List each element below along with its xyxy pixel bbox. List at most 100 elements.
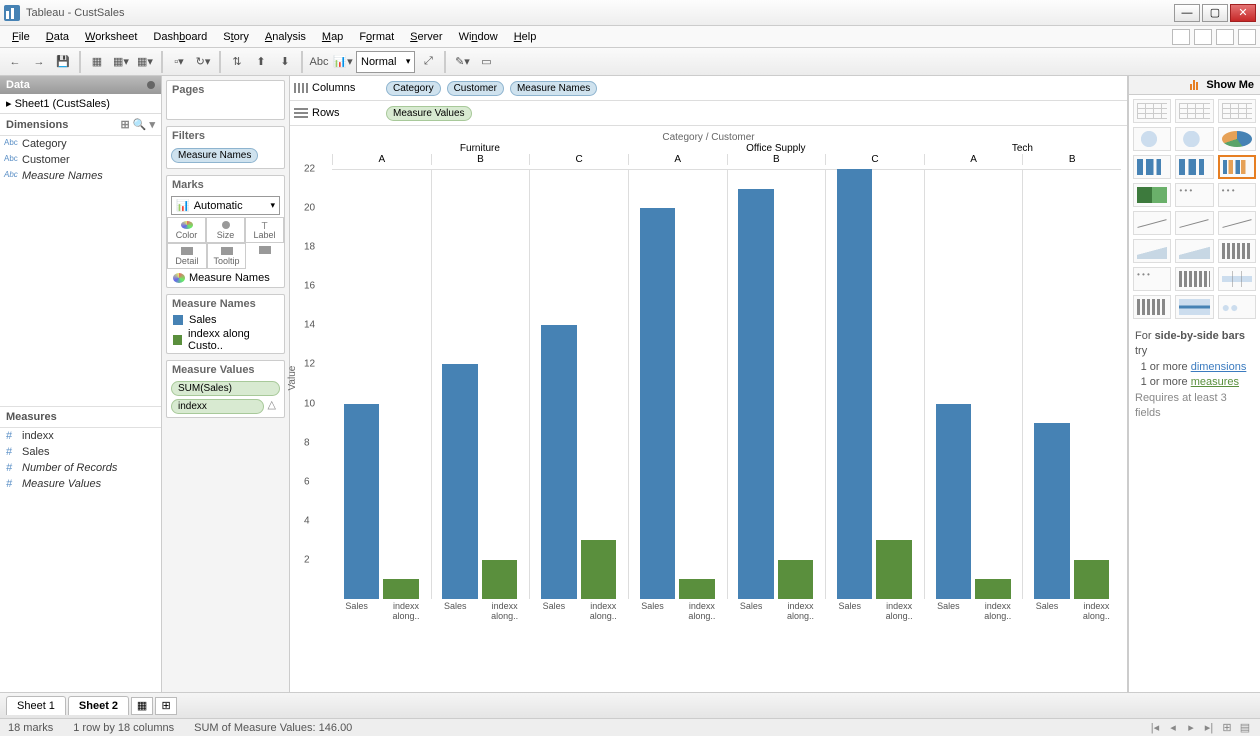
swap-button[interactable]: ⇅ [226,51,248,73]
menu-analysis[interactable]: Analysis [257,31,314,43]
bar[interactable] [1074,560,1110,599]
aggregate-button[interactable]: 📊▾ [332,51,354,73]
maximize-button[interactable]: ▢ [1202,4,1228,22]
menu-help[interactable]: Help [506,31,545,43]
showme-histogram[interactable] [1175,267,1213,291]
show-me-header[interactable]: Show Me [1129,76,1260,95]
menu-dashboard[interactable]: Dashboard [145,31,215,43]
cards-icon[interactable] [1194,29,1212,45]
run-button[interactable]: ▦▾ [134,51,156,73]
dimension-measure-names[interactable]: Measure Names [0,168,161,184]
nav-next[interactable]: ▸ [1184,721,1198,734]
nav-last[interactable]: ▸| [1202,721,1216,734]
menu-story[interactable]: Story [215,31,257,43]
row-pill-measure-values[interactable]: Measure Values [386,106,472,121]
showme-gantt[interactable] [1133,295,1171,319]
view-tabs[interactable]: ⊞ [1220,721,1234,734]
marks-type-select[interactable]: 📊 Automatic [171,196,280,215]
showme-line-disc[interactable] [1175,211,1213,235]
upgrade-icon[interactable] [1216,29,1234,45]
mv-pill-indexx[interactable]: indexx [171,399,264,414]
pages-shelf[interactable]: Pages [166,80,285,120]
showme-bullet[interactable] [1175,295,1213,319]
forward-button[interactable]: → [28,51,50,73]
sort-desc-button[interactable]: ⬇ [274,51,296,73]
bar[interactable] [837,169,873,599]
showme-filled-map[interactable] [1175,127,1213,151]
showme-side-by-side-bar[interactable] [1218,155,1256,179]
menu-window[interactable]: Window [451,31,506,43]
presentation-button[interactable]: ▭ [475,51,497,73]
menu-file[interactable]: File [4,31,38,43]
fit-select[interactable]: Normal [356,51,415,73]
measure-number-of-records[interactable]: Number of Records [0,460,161,476]
menu-format[interactable]: Format [351,31,402,43]
showme-hbar[interactable] [1133,155,1171,179]
mv-pill-sum[interactable]: SUM(Sales) [171,381,280,396]
save-button[interactable]: 💾 [52,51,74,73]
fix-axis-button[interactable]: ⤢ [417,51,439,73]
new-dashboard-button[interactable]: ⊞ [155,697,177,715]
dimension-category[interactable]: Category [0,136,161,152]
datasource-button[interactable]: ▦ [86,51,108,73]
showme-dual-combo[interactable] [1218,239,1256,263]
duplicate-button[interactable]: ↻▾ [192,51,214,73]
nav-prev[interactable]: ◂ [1166,721,1180,734]
bar[interactable] [482,560,518,599]
showme-area-cont[interactable] [1133,239,1171,263]
legend-sales[interactable]: Sales [167,313,284,327]
rows-shelf[interactable]: Rows Measure Values [290,101,1127,126]
close-button[interactable]: ✕ [1230,4,1256,22]
showme-box-plot[interactable] [1218,267,1256,291]
showme-pie[interactable] [1218,127,1256,151]
highlight-button[interactable]: ✎▾ [451,51,473,73]
datasource-item[interactable]: Sheet1 (CustSales) [0,94,161,114]
tab-sheet1[interactable]: Sheet 1 [6,696,66,715]
bar[interactable] [936,404,972,599]
pause-button[interactable]: ▦▾ [110,51,132,73]
bar[interactable] [679,579,715,599]
showme-dual-line[interactable] [1218,211,1256,235]
marks-detail-button[interactable]: Detail [167,243,207,269]
legend-indexx[interactable]: indexx along Custo.. [167,327,284,353]
presentation-icon[interactable] [1172,29,1190,45]
nav-first[interactable]: |◂ [1148,721,1162,734]
filter-pill[interactable]: Measure Names [171,148,258,163]
marks-color-pill[interactable]: Measure Names [167,269,284,287]
search-icon[interactable]: ⊞ [121,118,130,131]
bar[interactable] [975,579,1011,599]
back-button[interactable]: ← [4,51,26,73]
new-worksheet-button[interactable]: ▦ [131,697,153,715]
measure-indexx[interactable]: indexx [0,428,161,444]
find-icon[interactable]: 🔍 [133,118,147,131]
showme-heat-map[interactable] [1175,99,1213,123]
showme-packed-bubbles[interactable] [1218,295,1256,319]
showme-circle-views[interactable] [1175,183,1213,207]
menu-icon[interactable]: ▾ [149,118,155,131]
bar[interactable] [640,208,676,599]
showme-side-circle[interactable] [1218,183,1256,207]
measure-sales[interactable]: Sales [0,444,161,460]
marks-size-button[interactable]: Size [206,217,245,243]
showme-treemap[interactable] [1133,183,1171,207]
bar[interactable] [581,540,617,599]
tab-sheet2[interactable]: Sheet 2 [68,696,129,715]
bar[interactable] [442,364,478,599]
new-sheet-button[interactable]: ▫▾ [168,51,190,73]
pin-icon[interactable] [1238,29,1256,45]
bar[interactable] [738,189,774,599]
showme-highlight-table[interactable] [1218,99,1256,123]
menu-map[interactable]: Map [314,31,351,43]
measure-values[interactable]: Measure Values [0,476,161,492]
menu-server[interactable]: Server [402,31,450,43]
col-pill-category[interactable]: Category [386,81,441,96]
marks-tooltip-button[interactable]: Tooltip [207,243,247,269]
bar[interactable] [541,325,577,599]
col-pill-customer[interactable]: Customer [447,81,504,96]
filters-shelf[interactable]: Filters Measure Names [166,126,285,169]
showme-scatter[interactable] [1133,267,1171,291]
showme-symbol-map[interactable] [1133,127,1171,151]
labels-button[interactable]: Abc [308,51,330,73]
showme-area-disc[interactable] [1175,239,1213,263]
bar[interactable] [383,579,419,599]
